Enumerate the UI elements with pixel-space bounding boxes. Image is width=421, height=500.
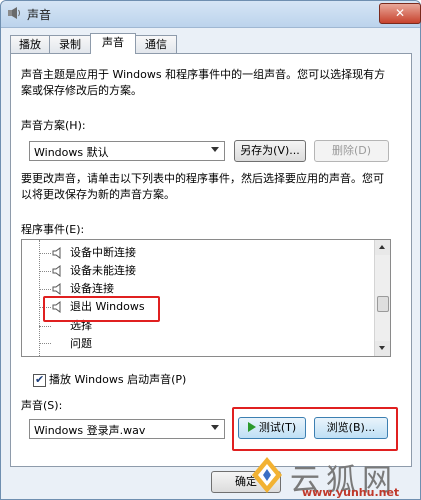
chevron-down-icon: [211, 425, 219, 430]
scheme-select[interactable]: Windows 默认: [29, 141, 225, 161]
description-line-2: 案或保存修改后的方案。: [21, 84, 142, 97]
tree-connector: [39, 271, 51, 272]
tree-connector: [39, 253, 51, 254]
play-icon: [247, 422, 256, 432]
tab-sounds[interactable]: 声音: [90, 33, 136, 54]
speaker-icon: [52, 283, 61, 295]
window-title: 声音: [27, 8, 52, 22]
title-bar[interactable]: 声音 ✕: [1, 1, 421, 28]
tab-communications[interactable]: 通信: [135, 35, 177, 53]
browse-button[interactable]: 浏览(B)...: [314, 417, 388, 439]
test-button[interactable]: 测试(T): [238, 417, 306, 439]
chevron-down-icon: [379, 346, 385, 350]
events-label: 程序事件(E):: [21, 223, 85, 236]
instruction-line-1: 要更改声音，请单击以下列表中的程序事件，然后选择要应用的声音。您可: [21, 172, 384, 185]
watermark-url: www.yunhu.net: [302, 486, 400, 499]
tab-recording[interactable]: 录制: [49, 35, 91, 53]
list-item[interactable]: 设备中断连接: [70, 244, 136, 262]
highlight-box: [43, 296, 160, 322]
scroll-down-button[interactable]: [375, 341, 390, 356]
close-icon: ✕: [394, 6, 406, 20]
save-as-button[interactable]: 另存为(V)...: [234, 140, 306, 162]
scheme-label: 声音方案(H):: [21, 119, 86, 132]
list-item[interactable]: 设备未能连接: [70, 262, 136, 280]
sound-select[interactable]: Windows 登录声.wav: [29, 419, 225, 439]
scroll-up-button[interactable]: [375, 240, 390, 255]
tree-connector: [39, 326, 51, 327]
chevron-up-icon: [379, 245, 385, 249]
speaker-icon: [52, 265, 61, 277]
checkmark-icon: ✔: [35, 373, 45, 386]
tab-playback[interactable]: 播放: [10, 35, 50, 53]
chevron-down-icon: [211, 147, 219, 152]
tree-connector: [39, 343, 51, 344]
watermark-logo-icon: [252, 457, 282, 493]
startup-sound-label: 播放 Windows 启动声音(P): [49, 373, 187, 386]
list-item[interactable]: 问题: [70, 335, 92, 353]
events-scrollbar[interactable]: [374, 240, 390, 356]
delete-button[interactable]: 删除(D): [314, 140, 389, 162]
close-button[interactable]: ✕: [379, 3, 421, 24]
tab-bar: 播放 录制 声音 通信: [10, 33, 410, 54]
test-label: 测试(T): [258, 421, 297, 434]
speaker-icon: [52, 247, 61, 259]
watermark: 云狐网 www.yunhu.net: [250, 455, 421, 500]
sound-dialog: 声音 ✕ 播放 录制 声音 通信 声音主题是应用于 Windows 和程序事件中…: [0, 0, 421, 500]
speaker-icon: [8, 7, 20, 19]
description-line-1: 声音主题是应用于 Windows 和程序事件中的一组声音。您可以选择现有方: [21, 68, 386, 81]
sound-label: 声音(S):: [21, 399, 63, 412]
tree-connector: [39, 289, 51, 290]
startup-sound-checkbox[interactable]: ✔: [33, 373, 46, 387]
sound-value: Windows 登录声.wav: [34, 424, 146, 437]
scroll-thumb[interactable]: [377, 296, 389, 312]
scheme-value: Windows 默认: [34, 146, 109, 159]
instruction-line-2: 以将更改保存为新的声音方案。: [21, 188, 175, 201]
tree-connector: [39, 240, 40, 356]
